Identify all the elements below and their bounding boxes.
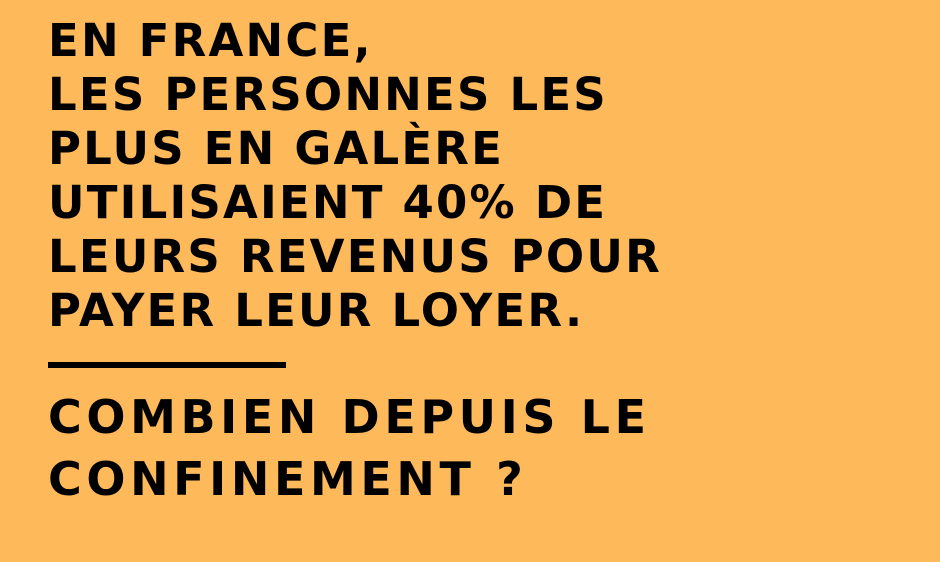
statement-line: PAYER LEUR LOYER. bbox=[48, 284, 585, 337]
statement-line: LEURS REVENUS POUR bbox=[48, 230, 662, 283]
question-line: CONFINEMENT ? bbox=[48, 452, 528, 506]
statement-line: EN FRANCE, bbox=[48, 14, 373, 67]
question-line: COMBIEN DEPUIS LE bbox=[48, 390, 651, 444]
question-heading: COMBIEN DEPUIS LE CONFINEMENT ? bbox=[48, 386, 916, 510]
divider-rule bbox=[48, 362, 286, 368]
statement-line: PLUS EN GALÈRE bbox=[48, 122, 505, 175]
poster: EN FRANCE, LES PERSONNES LES PLUS EN GAL… bbox=[48, 14, 916, 510]
statement-line: UTILISAIENT 40% DE bbox=[48, 176, 608, 229]
statement-line: LES PERSONNES LES bbox=[48, 68, 608, 121]
statement-heading: EN FRANCE, LES PERSONNES LES PLUS EN GAL… bbox=[48, 14, 916, 338]
